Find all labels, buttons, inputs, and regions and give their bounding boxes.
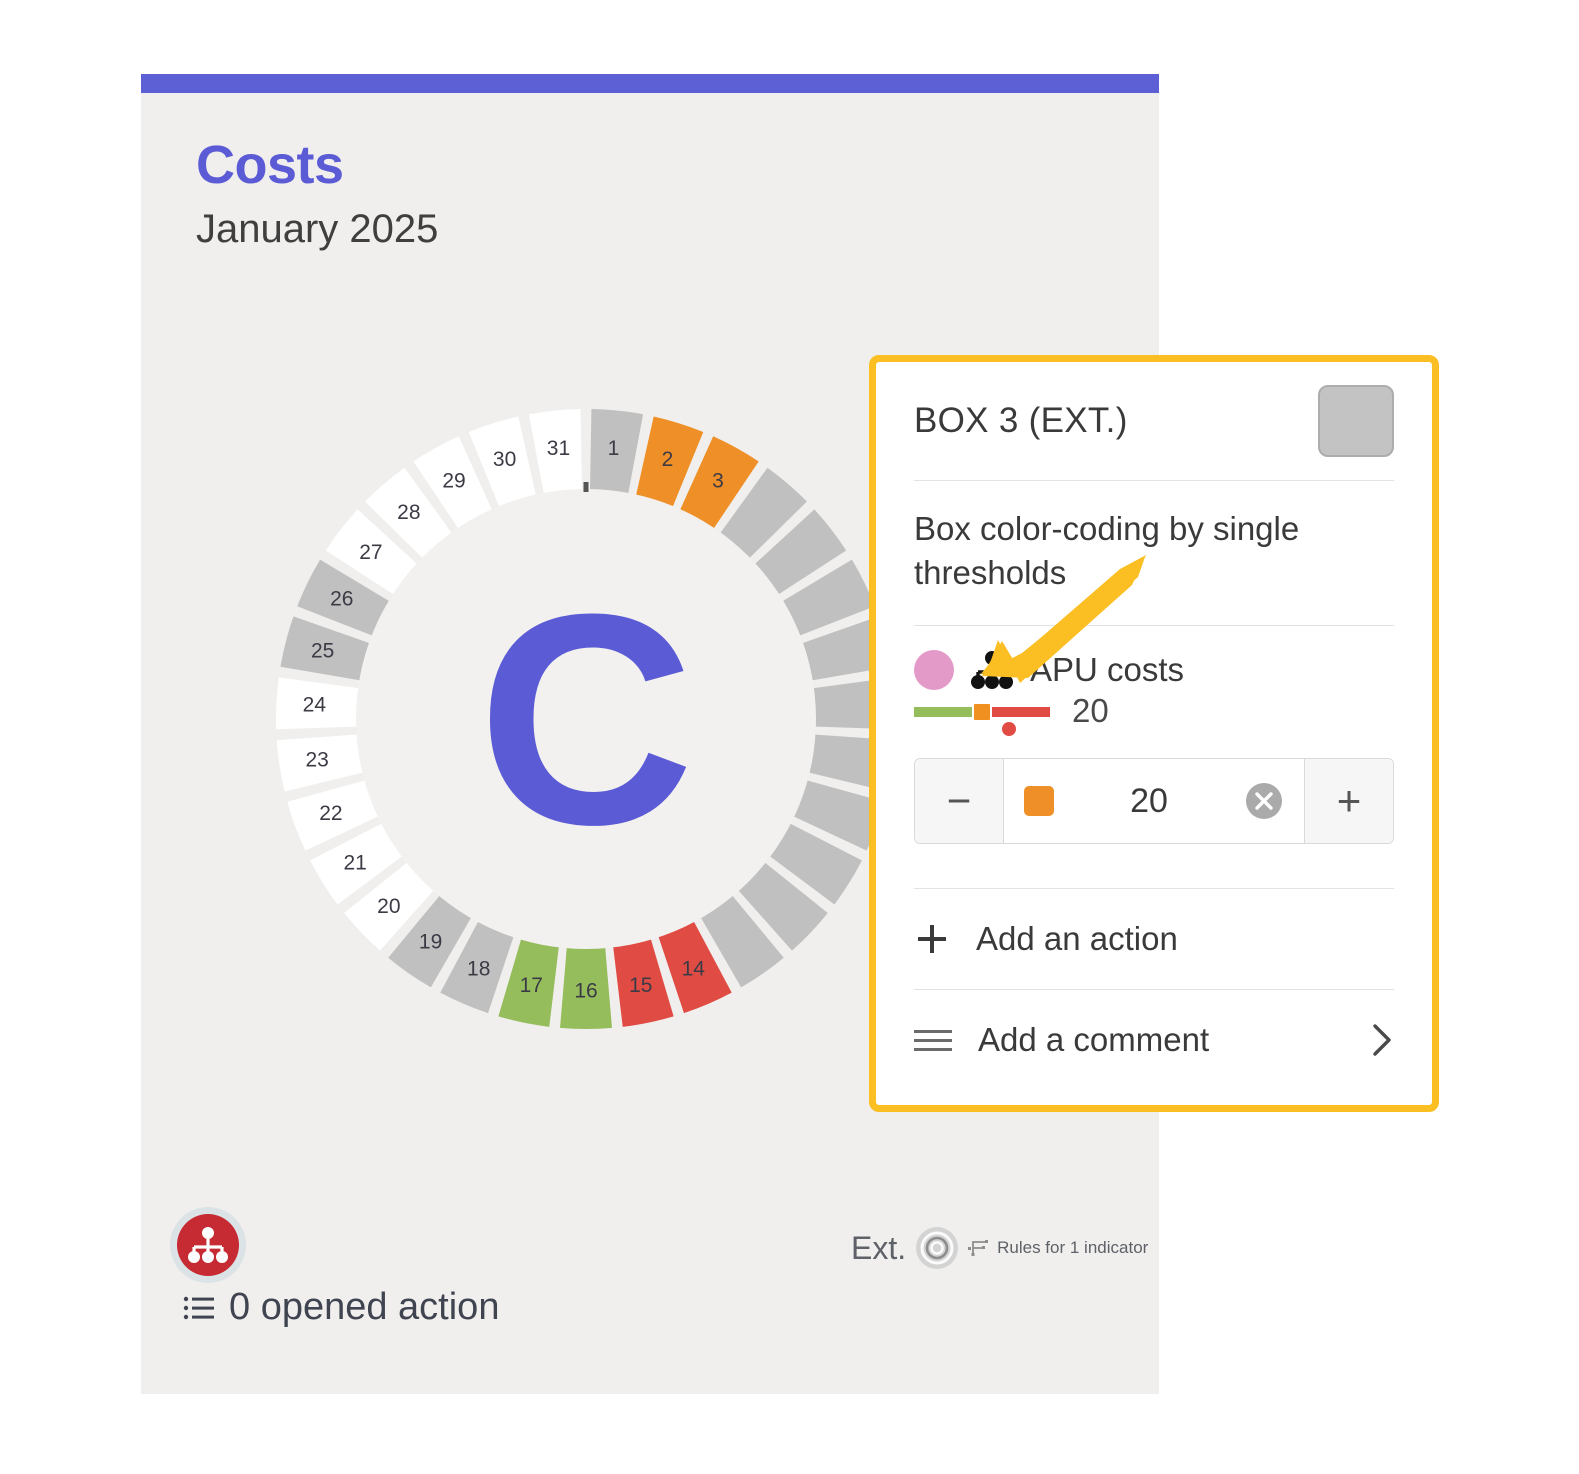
donut-segment-label: 18 bbox=[467, 957, 490, 980]
donut-segment-label: 25 bbox=[311, 639, 334, 662]
donut-segment-label: 24 bbox=[303, 694, 327, 717]
threshold-value: 20 bbox=[1072, 692, 1109, 730]
donut-segment-label: 14 bbox=[682, 957, 706, 980]
donut-segment-label: 1 bbox=[608, 437, 620, 460]
add-comment-label: Add a comment bbox=[978, 1021, 1210, 1059]
stepper-value-field[interactable]: 20 bbox=[1004, 759, 1304, 844]
threshold-orange-marker bbox=[974, 704, 990, 721]
donut-segment-label: 3 bbox=[712, 470, 724, 493]
donut-segment-label: 30 bbox=[493, 448, 516, 471]
stepper-decrement-button[interactable]: − bbox=[915, 759, 1004, 844]
donut-chart[interactable]: 1 2 3 14 15 16 17 18 19 20 21 22 23 24 25 26 27 28 29 30 31 … bbox=[196, 264, 976, 1184]
donut-segment-label: 17 bbox=[520, 974, 543, 997]
stepper-value: 20 bbox=[1130, 781, 1168, 820]
donut-segment-label: 22 bbox=[319, 802, 342, 825]
kpi-hierarchy-badge[interactable] bbox=[169, 1206, 247, 1284]
add-comment-row[interactable]: Add a comment bbox=[876, 990, 1432, 1090]
target-icon bbox=[915, 1226, 959, 1270]
donut-segment-label: 2 bbox=[662, 448, 674, 471]
indicator-status-dot bbox=[914, 650, 954, 691]
list-icon bbox=[183, 1294, 215, 1322]
threshold-current-dot bbox=[1002, 722, 1016, 737]
chevron-right-icon[interactable] bbox=[1370, 1021, 1394, 1059]
popup-description: Box color-coding by single thresholds bbox=[914, 510, 1300, 592]
donut-segment-label: 26 bbox=[330, 588, 353, 611]
popup-header: BOX 3 (EXT.) bbox=[876, 362, 1432, 480]
donut-segment-label: 16 bbox=[574, 980, 597, 1003]
donut-segment-label: 19 bbox=[419, 931, 442, 954]
donut-svg: 1 231415161718192021222324252627282930 31 … bbox=[276, 409, 896, 1029]
page-title: Costs bbox=[196, 135, 344, 195]
popup-title: BOX 3 (EXT.) bbox=[914, 401, 1128, 440]
box-detail-popup[interactable]: BOX 3 (EXT.) Box color-coding by single … bbox=[869, 355, 1439, 1112]
popup-color-swatch[interactable] bbox=[1318, 385, 1394, 457]
page-subtitle: January 2025 bbox=[196, 207, 439, 251]
indicator-row[interactable]: APU costs bbox=[876, 626, 1432, 691]
opened-actions-row[interactable]: 0 opened action bbox=[183, 1286, 499, 1329]
indicator-label: APU costs bbox=[1030, 651, 1185, 689]
donut-segment-label: 29 bbox=[442, 470, 465, 493]
ext-label: Ext. bbox=[851, 1229, 907, 1266]
threshold-bar-icon bbox=[914, 702, 1050, 737]
stepper-color-chip[interactable] bbox=[1024, 786, 1054, 817]
donut-segment-label: 27 bbox=[359, 541, 382, 564]
donut-segment-label: 20 bbox=[377, 895, 400, 918]
donut-segment-label: 15 bbox=[629, 974, 652, 997]
add-action-row[interactable]: Add an action bbox=[876, 889, 1432, 989]
branch-icon bbox=[968, 1237, 989, 1259]
ext-rules-row[interactable]: Ext. Rules for 1 indicator bbox=[851, 1226, 1148, 1270]
add-action-label: Add an action bbox=[976, 920, 1178, 958]
rules-label: Rules for 1 indicator bbox=[997, 1238, 1149, 1257]
donut-center-grade: C bbox=[478, 551, 695, 887]
lines-icon bbox=[914, 1027, 952, 1053]
donut-segment-label: 23 bbox=[305, 749, 328, 772]
plus-icon bbox=[914, 921, 950, 957]
hierarchy-icon bbox=[970, 650, 1014, 690]
card-accent-bar bbox=[141, 74, 1159, 93]
donut-segment-label: 21 bbox=[343, 851, 366, 874]
donut-segment-label: 28 bbox=[397, 501, 420, 524]
clear-circle-icon[interactable] bbox=[1244, 781, 1284, 821]
opened-actions-label: 0 opened action bbox=[229, 1286, 500, 1328]
threshold-green-band bbox=[914, 707, 972, 718]
stepper-increment-button[interactable]: + bbox=[1304, 759, 1393, 844]
donut-segment-label: 31 bbox=[547, 437, 570, 460]
threshold-stepper[interactable]: − 20 + bbox=[914, 758, 1394, 845]
hierarchy-icon bbox=[170, 1207, 246, 1283]
threshold-red-band bbox=[992, 707, 1050, 718]
threshold-row[interactable]: 20 bbox=[876, 690, 1432, 737]
